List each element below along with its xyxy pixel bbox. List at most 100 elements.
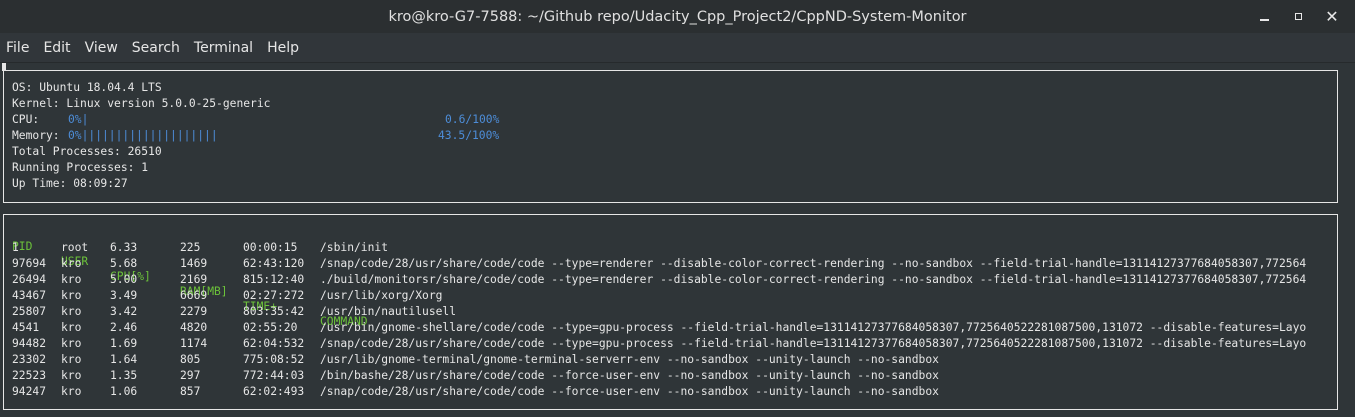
cell-ram: 297: [180, 369, 201, 382]
cell-ram: 805: [180, 353, 201, 366]
cell-user: kro: [61, 321, 82, 334]
system-info-panel: OS: Ubuntu 18.04.4 LTS Kernel: Linux ver…: [3, 70, 1338, 203]
minimize-button[interactable]: [1247, 0, 1281, 33]
cell-ram: 4820: [180, 321, 208, 334]
cell-pid: 25807: [12, 305, 47, 318]
cell-user: kro: [61, 289, 82, 302]
cell-cpu: 6.33: [110, 241, 138, 254]
cell-ram: 1469: [180, 257, 208, 270]
cell-pid: 26494: [12, 273, 47, 286]
cell-ram: 225: [180, 241, 201, 254]
cell-user: kro: [61, 337, 82, 350]
cell-cpu: 1.06: [110, 385, 138, 398]
table-row: 97694 kro 5.68 1469 62:43:120/snap/code/28/u…: [4, 256, 1337, 271]
cell-command: /usr/lib/xorg/Xorg: [320, 289, 443, 302]
cell-time: 62:04:532: [243, 337, 305, 350]
table-row: 94482 kro 1.69 1174 62:04:532/snap/code/28/u…: [4, 336, 1337, 351]
memory-label: Memory:: [12, 129, 60, 142]
memory-usage-bar: 0%||||||||||||||||||||: [68, 129, 218, 142]
window-titlebar: kro@kro-G7-7588: ~/Github repo/Udacity_C…: [0, 0, 1355, 33]
cell-user: kro: [61, 273, 82, 286]
cell-cpu: 2.46: [110, 321, 138, 334]
cell-ram: 857: [180, 385, 201, 398]
cell-pid: 94482: [12, 337, 47, 350]
cell-user: kro: [61, 385, 82, 398]
table-row: 26494 kro 5.00 2169 815:12:40 ./build/monitor…: [4, 272, 1337, 287]
cell-cpu: 5.00: [110, 273, 138, 286]
maximize-icon: [1294, 13, 1302, 20]
minimize-icon: [1259, 18, 1269, 21]
cell-user: kro: [61, 305, 82, 318]
cell-pid: 1: [12, 241, 19, 254]
table-row: 25807 kro 3.42 2279 803:35:42/usr/bin/nautil…: [4, 304, 1337, 319]
table-row: 23302 kro 1.64 805 775:08:52/usr/lib/gnome-t…: [4, 352, 1337, 367]
cell-command: /snap/code/28/usr/share/code/code --forc…: [320, 385, 939, 398]
menu-edit[interactable]: Edit: [37, 33, 78, 62]
table-header: PID USER CPU[%] RAM[MB] TIME+ COMMAND: [4, 224, 1337, 328]
window-controls: ✕: [1247, 0, 1349, 33]
cell-pid: 94247: [12, 385, 47, 398]
cell-command: /bin/bashe/28/usr/share/code/code --forc…: [320, 369, 939, 382]
close-icon: ✕: [1325, 7, 1339, 26]
cell-command: ./build/monitorsr/share/code/code --type…: [320, 273, 1307, 286]
menu-search[interactable]: Search: [126, 33, 188, 62]
menu-bar: File Edit View Search Terminal Help: [0, 33, 1355, 63]
cell-user: kro: [61, 369, 82, 382]
cell-ram: 1174: [180, 337, 208, 350]
cell-ram: 2279: [180, 305, 208, 318]
window-title: kro@kro-G7-7588: ~/Github repo/Udacity_C…: [388, 8, 967, 25]
cell-ram: 6669: [180, 289, 208, 302]
cell-cpu: 1.35: [110, 369, 138, 382]
cell-ram: 2169: [180, 273, 208, 286]
cell-user: kro: [61, 353, 82, 366]
cell-pid: 4541: [12, 321, 40, 334]
cell-time: 772:44:03: [243, 369, 305, 382]
process-table: PID USER CPU[%] RAM[MB] TIME+ COMMAND 1 r…: [3, 214, 1338, 410]
cell-cpu: 3.49: [110, 289, 138, 302]
cell-command: /usr/bin/gnome-shellare/code/code --type…: [320, 321, 1307, 334]
cell-time: 02:27:272: [243, 289, 305, 302]
menu-view[interactable]: View: [79, 33, 126, 62]
table-row: 4541 kro 2.46 4820 02:55:20/usr/bin/gnome-sh…: [4, 320, 1337, 335]
os-line: OS: Ubuntu 18.04.4 LTS: [12, 81, 162, 94]
cell-cpu: 5.68: [110, 257, 138, 270]
cpu-label: CPU:: [12, 113, 40, 126]
cell-time: 02:55:20: [243, 321, 298, 334]
cell-user: root: [61, 241, 89, 254]
cell-command: /snap/code/28/usr/share/code/code --type…: [320, 257, 1307, 270]
running-processes: Running Processes: 1: [12, 161, 149, 174]
cell-command: /sbin/init: [320, 241, 389, 254]
uptime-line: Up Time: 08:09:27: [12, 177, 128, 190]
cell-time: 62:43:120: [243, 257, 305, 270]
cell-pid: 43467: [12, 289, 47, 302]
close-button[interactable]: ✕: [1315, 0, 1349, 33]
cell-time: 00:00:15: [243, 241, 298, 254]
cell-command: /usr/bin/nautilusell: [320, 305, 457, 318]
kernel-line: Kernel: Linux version 5.0.0-25-generic: [12, 97, 271, 110]
terminal-area[interactable]: OS: Ubuntu 18.04.4 LTS Kernel: Linux ver…: [0, 63, 1355, 417]
cell-time: 775:08:52: [243, 353, 305, 366]
total-processes: Total Processes: 26510: [12, 145, 162, 158]
menu-help[interactable]: Help: [261, 33, 307, 62]
cpu-usage-bar: 0%|: [68, 113, 89, 126]
table-row: 94247 kro 1.06 857 62:02:493/snap/code/28/us…: [4, 384, 1337, 399]
cell-user: kro: [61, 257, 82, 270]
table-row: 1 root 6.33 225 00:00:15/sbin/init: [4, 240, 1337, 255]
cell-command: /snap/code/28/usr/share/code/code --type…: [320, 337, 1307, 350]
cell-pid: 22523: [12, 369, 47, 382]
cell-cpu: 1.69: [110, 337, 138, 350]
menu-terminal[interactable]: Terminal: [188, 33, 261, 62]
cell-cpu: 1.64: [110, 353, 138, 366]
cell-cpu: 3.42: [110, 305, 138, 318]
cell-pid: 23302: [12, 353, 47, 366]
cell-time: 815:12:40: [243, 273, 305, 286]
table-row: 22523 kro 1.35 297 772:44:03/bin/bashe/28/us…: [4, 368, 1337, 383]
cell-time: 62:02:493: [243, 385, 305, 398]
table-row: 43467 kro 3.49 6669 02:27:272/usr/lib/xorg/X…: [4, 288, 1337, 303]
menu-file[interactable]: File: [0, 33, 37, 62]
memory-usage-value: 43.5/100%: [438, 129, 500, 142]
maximize-button[interactable]: [1281, 0, 1315, 33]
cpu-usage-value: 0.6/100%: [445, 113, 500, 126]
cell-time: 803:35:42: [243, 305, 305, 318]
cell-pid: 97694: [12, 257, 47, 270]
